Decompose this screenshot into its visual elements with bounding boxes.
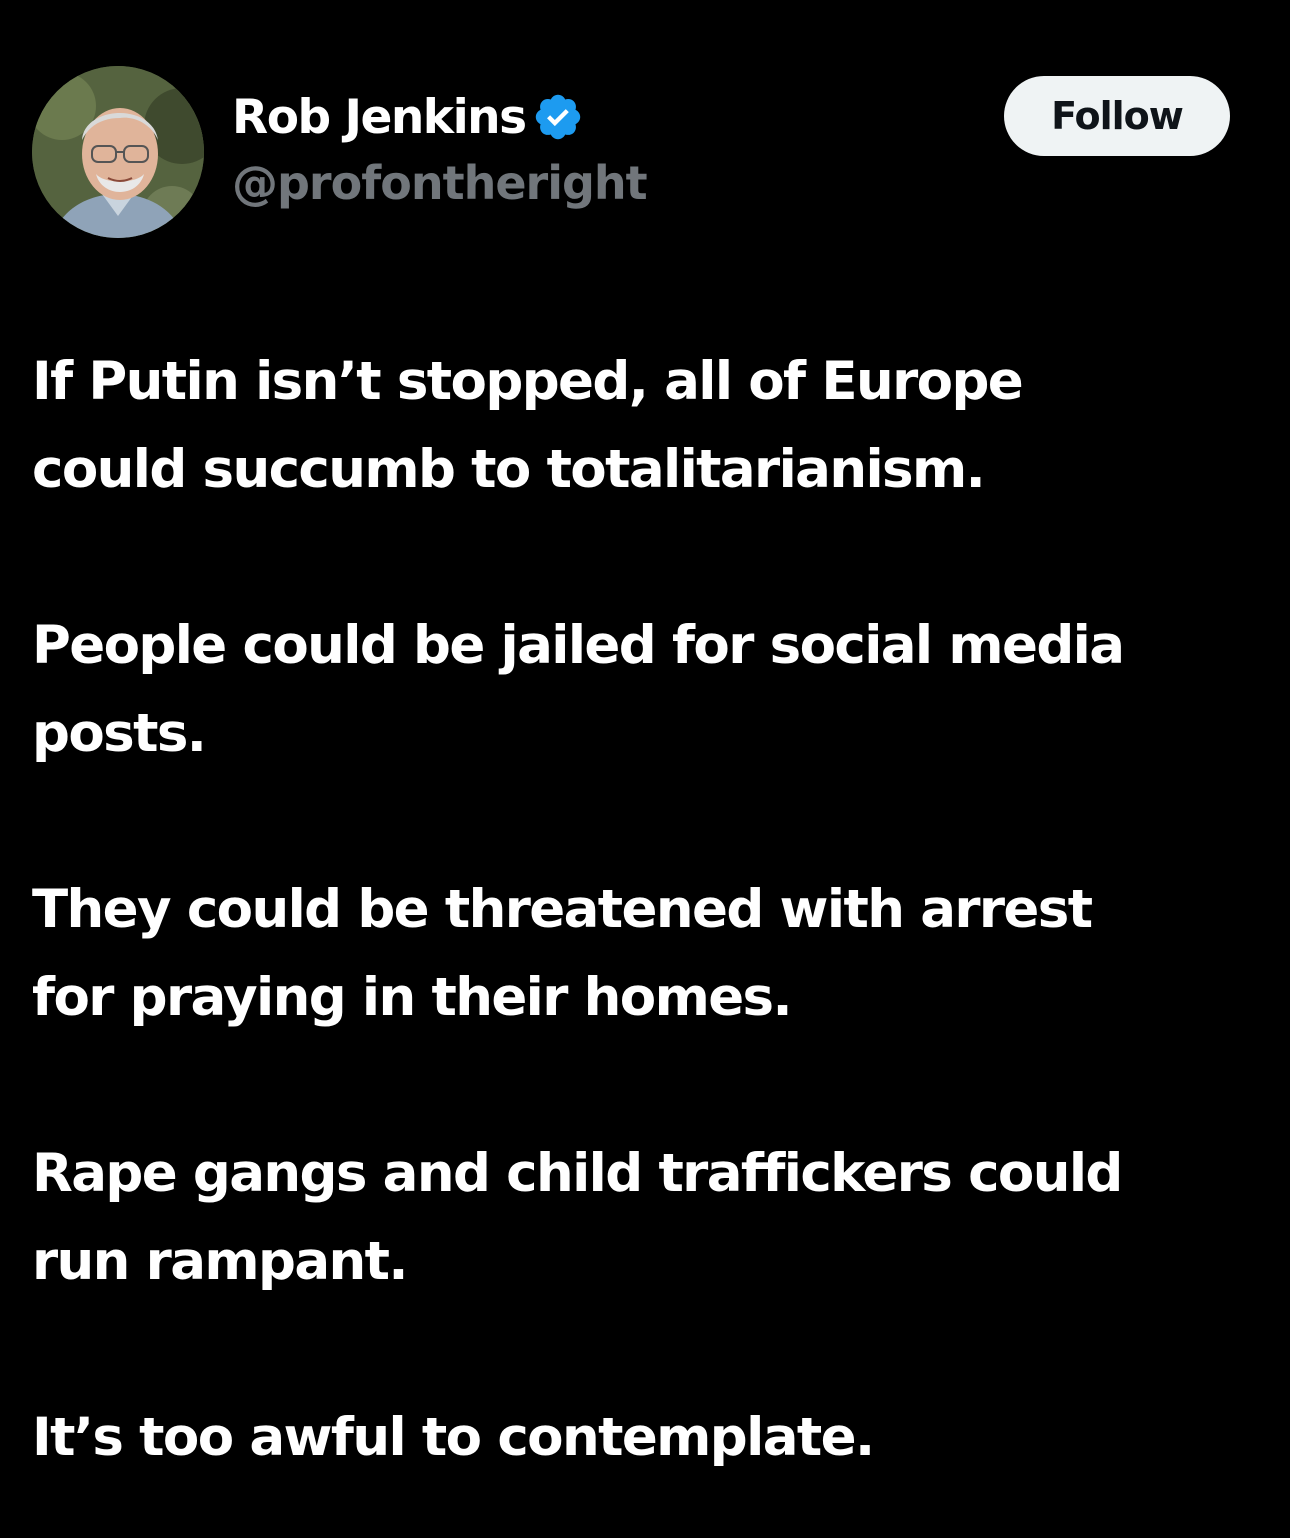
author-handle[interactable]: @profontheright: [232, 156, 648, 210]
tweet-paragraph: Rape gangs and child traffickers could r…: [32, 1143, 1123, 1292]
tweet-paragraph: If Putin isn’t stopped, all of Europe co…: [32, 351, 1024, 500]
tweet-paragraph: They could be threatened with arrest for…: [32, 879, 1093, 1028]
avatar[interactable]: [32, 66, 204, 238]
verified-badge-icon[interactable]: [532, 91, 584, 143]
tweet-text: If Putin isn’t stopped, all of Europe co…: [32, 338, 1268, 1482]
follow-button[interactable]: Follow: [1004, 76, 1230, 156]
tweet-paragraph: It’s too awful to contemplate.: [32, 1407, 875, 1468]
author-name-row: Rob Jenkins: [232, 86, 584, 148]
avatar-photo: [32, 66, 204, 238]
tweet-paragraph: People could be jailed for social media …: [32, 615, 1125, 764]
tweet: Rob Jenkins @profontheright Follow If Pu…: [0, 0, 1290, 1538]
author-display-name[interactable]: Rob Jenkins: [232, 90, 527, 145]
